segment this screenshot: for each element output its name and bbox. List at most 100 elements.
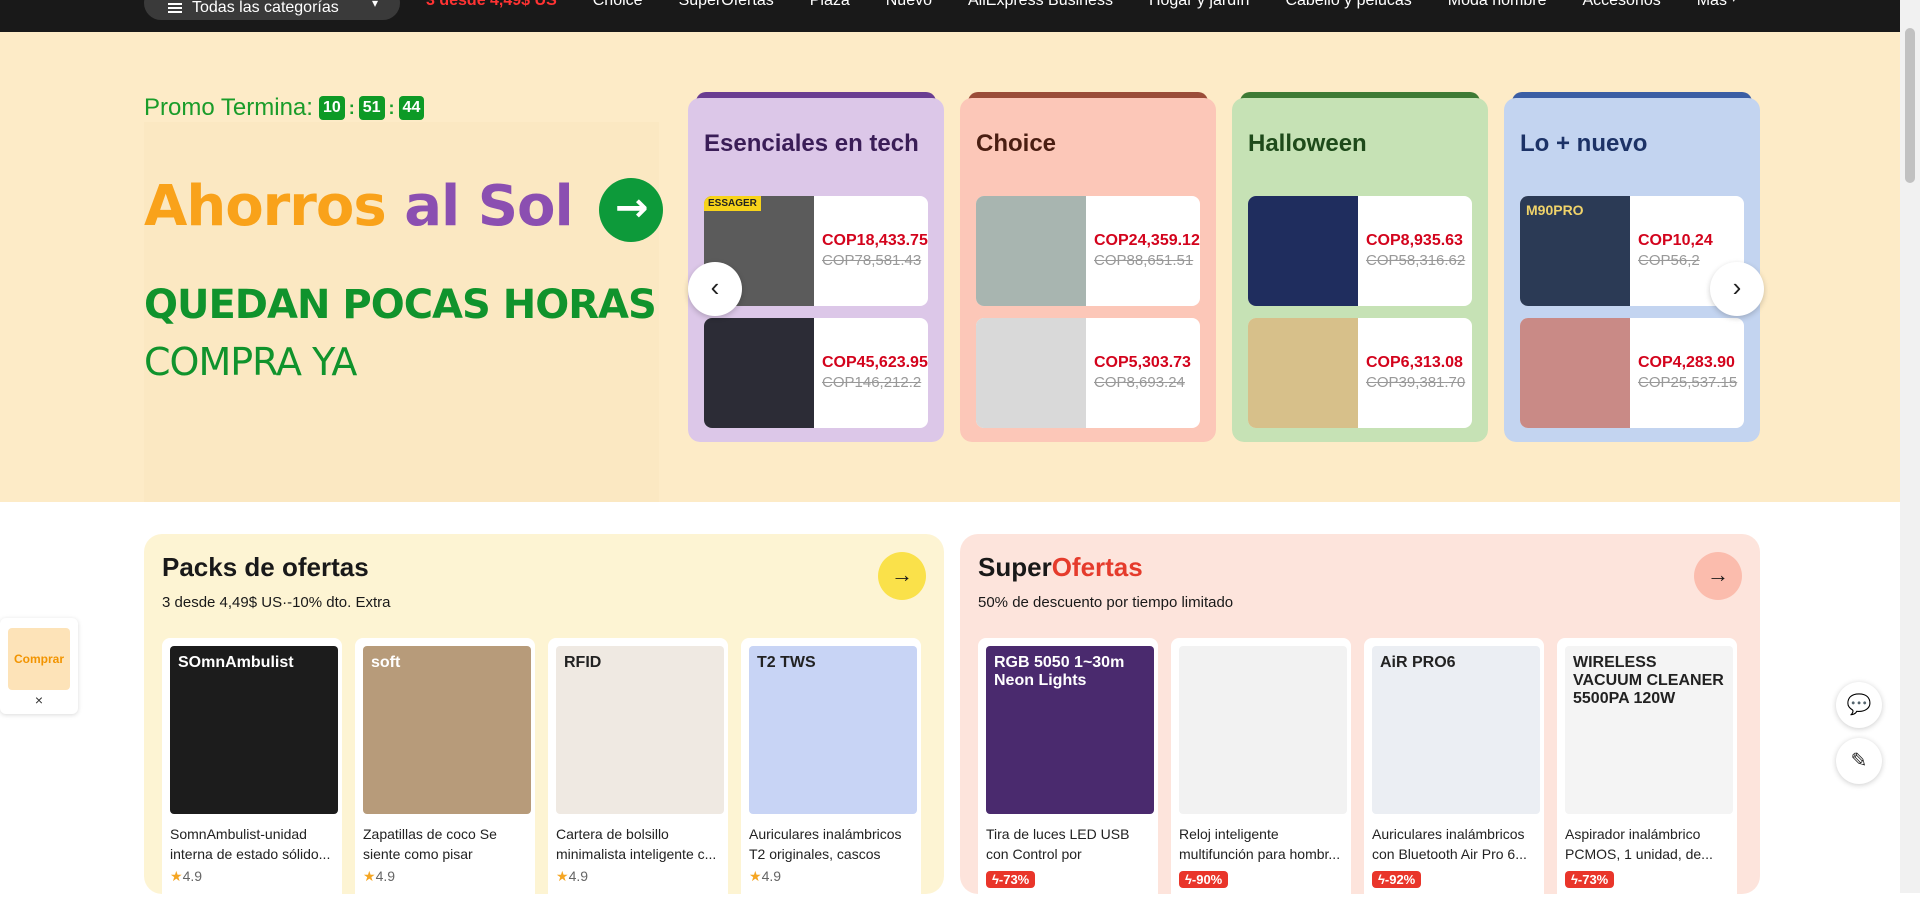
nav-link[interactable]: Más bbox=[1697, 0, 1727, 10]
card-product[interactable]: COP4,283.90 COP25,537.15 bbox=[1520, 318, 1744, 428]
product-card[interactable]: AiR PRO6 Auriculares inalámbricos con Blu… bbox=[1364, 638, 1544, 918]
product-original-price: COP25,537.15 bbox=[1638, 374, 1738, 391]
product-name[interactable]: Aspirador inalámbrico PCMOS, 1 unidad, d… bbox=[1565, 824, 1733, 864]
star-icon: ★ bbox=[749, 868, 762, 884]
nav-link[interactable]: Accesorios bbox=[1582, 0, 1660, 10]
product-image[interactable]: AiR PRO6 bbox=[1372, 646, 1540, 814]
hero-section: Promo Termina: 10 : 51 : 44 Ahorros al S… bbox=[0, 32, 1900, 502]
product-rating: ★4.9 bbox=[749, 868, 781, 885]
product-name[interactable]: Reloj inteligente multifunción para homb… bbox=[1179, 824, 1347, 864]
product-price: COP18,433.75 bbox=[822, 232, 928, 249]
product-image[interactable]: SOmnAmbulist bbox=[170, 646, 338, 814]
timer-seconds: 44 bbox=[398, 96, 425, 120]
nav-link[interactable]: Moda hombre bbox=[1448, 0, 1547, 10]
card-product[interactable]: COP5,303.73 COP8,693.24 bbox=[976, 318, 1200, 428]
card-product[interactable]: COP24,359.12 COP88,651.51 bbox=[976, 196, 1200, 306]
card-product[interactable]: COP45,623.95 COP146,212.2 bbox=[704, 318, 928, 428]
rating-value: 4.9 bbox=[568, 868, 589, 884]
product-image[interactable] bbox=[1248, 318, 1358, 428]
product-card[interactable]: soft Zapatillas de coco Se siente como pi… bbox=[355, 638, 535, 918]
product-image[interactable]: WIRELESS VACUUM CLEANER 5500PA 120W bbox=[1565, 646, 1733, 814]
superofertas-title: SuperOfertas bbox=[978, 552, 1143, 583]
card-title[interactable]: Halloween bbox=[1248, 130, 1367, 158]
superofertas-title-a: Super bbox=[978, 552, 1052, 582]
product-image[interactable] bbox=[976, 318, 1086, 428]
carousel-next-button[interactable]: › bbox=[1710, 262, 1764, 316]
superofertas-panel: SuperOfertas 50% de descuento por tiempo… bbox=[960, 534, 1760, 918]
product-name[interactable]: Auriculares inalámbricos T2 originales, … bbox=[749, 824, 917, 864]
all-categories-button[interactable]: Todas las categorías ▾ bbox=[144, 0, 400, 20]
category-card[interactable]: Halloween COP8,935.63 COP58,316.62 COP6,313… bbox=[1232, 92, 1488, 442]
product-card[interactable]: WIRELESS VACUUM CLEANER 5500PA 120W Aspir… bbox=[1557, 638, 1737, 918]
product-image-text: AiR PRO6 bbox=[1380, 654, 1456, 671]
timer-minutes: 51 bbox=[358, 96, 385, 120]
product-card[interactable]: T2 TWS Auriculares inalámbricos T2 origin… bbox=[741, 638, 921, 918]
product-card[interactable]: Reloj inteligente multifunción para homb… bbox=[1171, 638, 1351, 918]
nav-link[interactable]: SuperOfertas bbox=[679, 0, 774, 10]
carousel-prev-button[interactable]: ‹ bbox=[688, 262, 742, 316]
scrollbar-thumb[interactable] bbox=[1905, 28, 1915, 183]
card-title[interactable]: Choice bbox=[976, 130, 1056, 158]
product-image-text: RFID bbox=[564, 654, 602, 671]
nav-link[interactable]: Choice bbox=[593, 0, 643, 10]
packs-arrow-button[interactable]: → bbox=[878, 552, 926, 600]
product-image[interactable]: M90PRO bbox=[1520, 196, 1630, 306]
product-image[interactable]: RGB 5050 1~30m Neon Lights bbox=[986, 646, 1154, 814]
product-name[interactable]: Zapatillas de coco Se siente como pisar … bbox=[363, 824, 531, 864]
product-card[interactable]: RGB 5050 1~30m Neon Lights Tira de luces … bbox=[978, 638, 1158, 918]
product-original-price: COP78,581.43 bbox=[822, 252, 922, 269]
packs-subtitle: 3 desde 4,49$ US·-10% dto. Extra bbox=[162, 594, 391, 611]
arrow-right-icon[interactable]: → bbox=[599, 177, 664, 242]
nav-link[interactable]: AliExpress Business bbox=[968, 0, 1113, 10]
card-title[interactable]: Esenciales en tech bbox=[704, 130, 919, 158]
discount-value: -73% bbox=[998, 872, 1030, 887]
nav-link[interactable]: Plaza bbox=[810, 0, 850, 10]
nav-link[interactable]: Cabello y pelucas bbox=[1285, 0, 1411, 10]
chevron-down-icon: ▾ bbox=[371, 0, 378, 10]
product-name[interactable]: Auriculares inalámbricos con Bluetooth A… bbox=[1372, 824, 1540, 864]
card-product[interactable]: COP6,313.08 COP39,381.70 bbox=[1248, 318, 1472, 428]
product-name[interactable]: Tira de luces LED USB con Control por ap… bbox=[986, 824, 1154, 864]
nav-link[interactable]: 3 desde 4,49$ US bbox=[426, 0, 557, 10]
hamburger-menu-icon bbox=[168, 3, 182, 13]
close-icon[interactable]: × bbox=[0, 692, 78, 708]
chat-icon[interactable]: 💬 bbox=[1836, 682, 1882, 728]
product-image[interactable] bbox=[704, 318, 814, 428]
edit-feedback-icon[interactable]: ✎ bbox=[1836, 738, 1882, 784]
nav-link[interactable]: Nuevo bbox=[886, 0, 932, 10]
product-price: COP10,24 bbox=[1638, 232, 1713, 249]
product-image[interactable] bbox=[1520, 318, 1630, 428]
superofertas-title-b: Ofertas bbox=[1051, 552, 1143, 582]
product-name[interactable]: SomnAmbulist-unidad interna de estado só… bbox=[170, 824, 338, 864]
product-price: COP8,935.63 bbox=[1366, 232, 1463, 249]
timer-separator: : bbox=[348, 97, 355, 118]
card-product[interactable]: COP8,935.63 COP58,316.62 bbox=[1248, 196, 1472, 306]
floating-promo-image[interactable]: Comprar bbox=[8, 628, 70, 690]
floating-promo-widget[interactable]: Comprar × bbox=[0, 618, 78, 714]
product-image[interactable] bbox=[1248, 196, 1358, 306]
headline-ahorros-al-sol: Ahorros al Sol → bbox=[144, 174, 664, 242]
card-title[interactable]: Lo + nuevo bbox=[1520, 130, 1647, 158]
product-image[interactable]: T2 TWS bbox=[749, 646, 917, 814]
product-image[interactable]: RFID bbox=[556, 646, 724, 814]
packs-de-ofertas-panel: Packs de ofertas 3 desde 4,49$ US·-10% d… bbox=[144, 534, 944, 918]
product-image[interactable]: soft bbox=[363, 646, 531, 814]
page-scrollbar[interactable] bbox=[1900, 0, 1920, 893]
product-card[interactable]: SOmnAmbulist SomnAmbulist-unidad interna … bbox=[162, 638, 342, 918]
product-image[interactable] bbox=[976, 196, 1086, 306]
product-image[interactable] bbox=[1179, 646, 1347, 814]
nav-link[interactable]: Hogar y jardín bbox=[1149, 0, 1250, 10]
discount-badge: ϟ-92% bbox=[1372, 871, 1422, 888]
discount-badge: ϟ-73% bbox=[1565, 871, 1615, 888]
hero-banner[interactable]: Ahorros al Sol → QUEDAN POCAS HORAS COMP… bbox=[144, 122, 664, 502]
product-name[interactable]: Cartera de bolsillo minimalista intelige… bbox=[556, 824, 724, 864]
category-card[interactable]: Choice COP24,359.12 COP88,651.51 COP5,303.7… bbox=[960, 92, 1216, 442]
discount-badge: ϟ-90% bbox=[1179, 871, 1229, 888]
superofertas-arrow-button[interactable]: → bbox=[1694, 552, 1742, 600]
rating-value: 4.9 bbox=[761, 868, 782, 884]
product-price: COP6,313.08 bbox=[1366, 354, 1463, 371]
product-original-price: COP146,212.2 bbox=[822, 374, 922, 391]
product-card[interactable]: RFID Cartera de bolsillo minimalista inte… bbox=[548, 638, 728, 918]
promo-label: Promo Termina: bbox=[144, 94, 313, 121]
rating-value: 4.9 bbox=[182, 868, 203, 884]
